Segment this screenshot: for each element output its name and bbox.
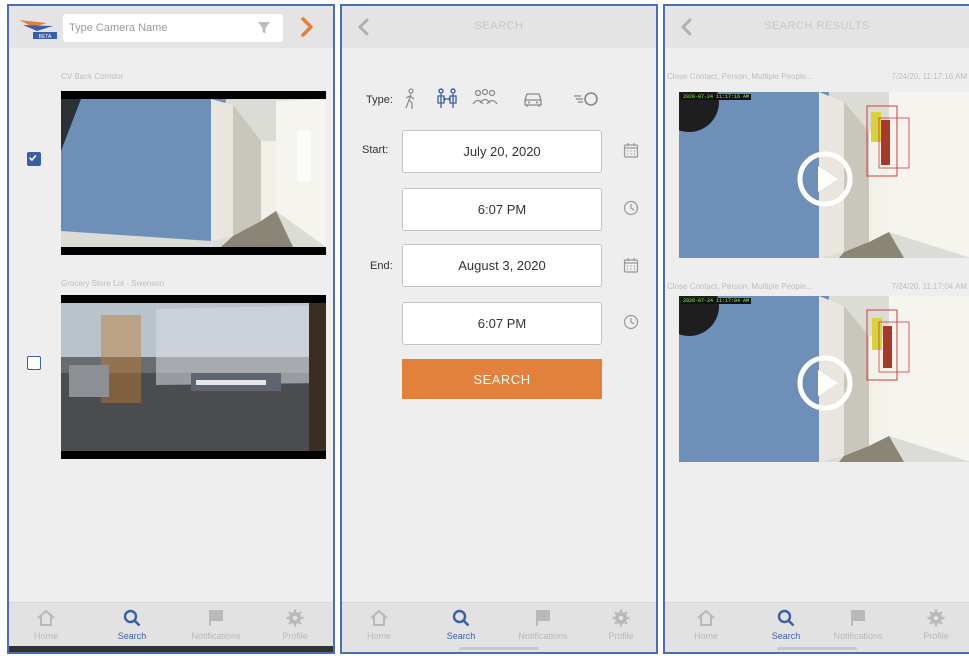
speed-icon[interactable]	[572, 88, 600, 110]
clock-icon[interactable]	[623, 314, 639, 330]
end-time-field[interactable]: 6:07 PM	[402, 302, 602, 345]
result-video-thumbnail[interactable]: 2020-07-24 11:17:16 AM	[679, 92, 969, 258]
home-icon	[370, 609, 388, 626]
camera-name-label: CV Back Corridor	[61, 72, 124, 81]
vehicle-icon[interactable]	[522, 88, 544, 110]
group-people-icon[interactable]	[472, 88, 498, 110]
home-indicator[interactable]	[777, 647, 857, 650]
nav-notifications-label: Notifications	[191, 631, 241, 641]
camera-list-screen: BETA CV Back Corridor	[7, 4, 335, 654]
app-logo: BETA	[19, 20, 57, 40]
bottom-navigation: Home Search Notifications Profile	[342, 602, 656, 652]
nav-home-label: Home	[693, 631, 718, 641]
result-timestamp: 7/24/20, 11:17:16 AM	[891, 72, 967, 81]
nav-home[interactable]: Home	[11, 609, 81, 641]
nav-home-label: Home	[33, 631, 58, 641]
nav-search-label: Search	[446, 631, 476, 641]
chevron-right-icon[interactable]	[299, 17, 315, 37]
page-title: SEARCH RESULTS	[764, 20, 870, 32]
start-time-field[interactable]: 6:07 PM	[402, 188, 602, 231]
calendar-icon[interactable]	[623, 257, 639, 273]
svg-text:BETA: BETA	[39, 34, 52, 40]
nav-profile-label: Profile	[608, 631, 634, 641]
nav-notifications[interactable]: Notifications	[508, 609, 578, 641]
play-icon[interactable]	[796, 354, 854, 412]
nav-search-label: Search	[117, 631, 147, 641]
home-indicator[interactable]	[459, 647, 539, 650]
result-info-row: Close Contact, Person, Multiple People..…	[667, 72, 969, 81]
nav-home[interactable]: Home	[344, 609, 414, 641]
nav-profile[interactable]: Profile	[586, 609, 656, 641]
search-button[interactable]: SEARCH	[402, 359, 602, 399]
nav-search[interactable]: Search	[751, 609, 821, 641]
result-video-thumbnail[interactable]: 2020-07-24 11:17:04 AM	[679, 296, 969, 462]
camera-name-label: Grocery Store Lot - Swenson	[61, 279, 165, 288]
search-icon	[123, 609, 141, 627]
camera-thumbnail-corridor[interactable]	[61, 91, 326, 255]
play-icon[interactable]	[796, 150, 854, 208]
video-overlay-timestamp: 2020-07-24 11:17:16 AM	[681, 94, 752, 100]
home-icon	[37, 609, 55, 626]
result-info-row: Close Contact, Person, Multiple People..…	[667, 282, 969, 291]
result-description: Close Contact, Person, Multiple People..…	[667, 282, 813, 291]
nav-profile[interactable]: Profile	[260, 609, 330, 641]
result-description: Close Contact, Person, Multiple People..…	[667, 72, 813, 81]
search-icon	[452, 609, 470, 627]
search-screen: SEARCH Type: Start: July 20, 2020 6:07 P…	[340, 4, 658, 654]
close-contact-icon[interactable]	[436, 88, 458, 110]
end-label: End:	[370, 260, 393, 272]
nav-notifications-label: Notifications	[833, 631, 883, 641]
type-label: Type:	[366, 94, 393, 106]
camera-list-header: BETA	[9, 6, 333, 48]
nav-notifications[interactable]: Notifications	[823, 609, 893, 641]
clock-icon[interactable]	[623, 200, 639, 216]
corridor-camera-image	[61, 91, 326, 255]
gear-icon	[612, 609, 630, 627]
walking-person-icon[interactable]	[400, 88, 422, 110]
gear-icon	[286, 609, 304, 627]
start-date-field[interactable]: July 20, 2020	[402, 130, 602, 173]
start-label: Start:	[362, 144, 389, 156]
end-date-field[interactable]: August 3, 2020	[402, 244, 602, 287]
nav-notifications[interactable]: Notifications	[181, 609, 251, 641]
results-header: SEARCH RESULTS	[665, 6, 969, 48]
camera-select-checkbox[interactable]	[27, 356, 41, 370]
gear-icon	[927, 609, 945, 627]
nav-search[interactable]: Search	[97, 609, 167, 641]
filter-icon[interactable]	[257, 21, 271, 35]
nav-profile-label: Profile	[282, 631, 308, 641]
checkmark-icon	[29, 154, 37, 162]
nav-search[interactable]: Search	[426, 609, 496, 641]
camera-select-checkbox[interactable]	[27, 152, 41, 166]
camera-thumbnail-parking-lot[interactable]	[61, 295, 326, 459]
flag-icon	[851, 610, 865, 626]
home-icon	[697, 609, 715, 626]
video-overlay-timestamp: 2020-07-24 11:17:04 AM	[681, 298, 752, 304]
calendar-icon[interactable]	[623, 142, 639, 158]
camera-search-box[interactable]	[63, 14, 283, 42]
bottom-navigation: Home Search Notifications Profile	[9, 602, 333, 652]
nav-profile[interactable]: Profile	[901, 609, 969, 641]
page-title: SEARCH	[474, 20, 524, 32]
camera-search-input[interactable]	[69, 19, 249, 37]
flag-icon	[209, 610, 223, 626]
flag-icon	[536, 610, 550, 626]
search-header: SEARCH	[342, 6, 656, 48]
search-results-screen: SEARCH RESULTS Close Contact, Person, Mu…	[663, 4, 969, 654]
bottom-navigation: Home Search Notifications Profile	[665, 602, 969, 652]
nav-search-label: Search	[771, 631, 801, 641]
result-timestamp: 7/24/20, 11:17:04 AM	[891, 282, 967, 291]
system-bar	[9, 646, 333, 652]
parking-lot-camera-image	[61, 295, 326, 459]
nav-home[interactable]: Home	[671, 609, 741, 641]
nav-notifications-label: Notifications	[518, 631, 568, 641]
search-icon	[777, 609, 795, 627]
nav-home-label: Home	[366, 631, 391, 641]
nav-profile-label: Profile	[923, 631, 949, 641]
